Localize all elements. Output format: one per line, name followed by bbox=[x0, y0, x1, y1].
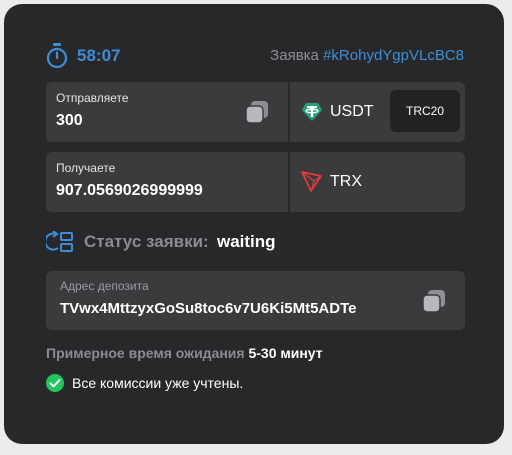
wait-label: Примерное время ожидания bbox=[46, 345, 245, 361]
receive-currency: TRX bbox=[330, 173, 362, 190]
send-label: Отправляете bbox=[56, 91, 129, 105]
status-label: Статус заявки: bbox=[84, 232, 209, 251]
send-currency: USDT bbox=[330, 103, 374, 120]
deposit-label: Адрес депозита bbox=[60, 279, 149, 293]
copy-icon[interactable] bbox=[244, 99, 270, 125]
receive-currency-selector[interactable]: TRX bbox=[290, 152, 465, 212]
status-swap-icon bbox=[46, 231, 73, 252]
receive-label: Получаете bbox=[56, 161, 116, 175]
check-circle-icon bbox=[46, 374, 64, 392]
wait-value: 5-30 минут bbox=[248, 345, 323, 361]
countdown-timer: 58:07 bbox=[77, 46, 121, 65]
send-amount-field: Отправляете 300 bbox=[46, 82, 288, 142]
estimated-wait: Примерное время ожидания 5-30 минут bbox=[46, 345, 323, 361]
deposit-address-field: Адрес депозита TVwx4MttzyxGoSu8toc6v7U6K… bbox=[46, 271, 465, 330]
receive-amount: 907.0569026999999 bbox=[56, 182, 203, 199]
network-badge[interactable]: TRC20 bbox=[390, 90, 460, 132]
receive-amount-field: Получаете 907.0569026999999 bbox=[46, 152, 288, 212]
fees-note: Все комиссии уже учтены. bbox=[72, 375, 244, 391]
order-label-text: Заявка bbox=[270, 47, 319, 64]
order-label: Заявка #kRohydYgpVLcBC8 bbox=[270, 47, 464, 64]
tether-icon bbox=[302, 103, 322, 121]
order-id: #kRohydYgpVLcBC8 bbox=[323, 47, 464, 64]
send-amount: 300 bbox=[56, 112, 83, 129]
copy-address-icon[interactable] bbox=[421, 288, 447, 314]
deposit-address: TVwx4MttzyxGoSu8toc6v7U6Ki5Mt5ADTe bbox=[60, 300, 357, 317]
stopwatch-icon bbox=[46, 43, 68, 69]
tron-icon bbox=[301, 171, 322, 192]
status-value: waiting bbox=[217, 232, 276, 251]
